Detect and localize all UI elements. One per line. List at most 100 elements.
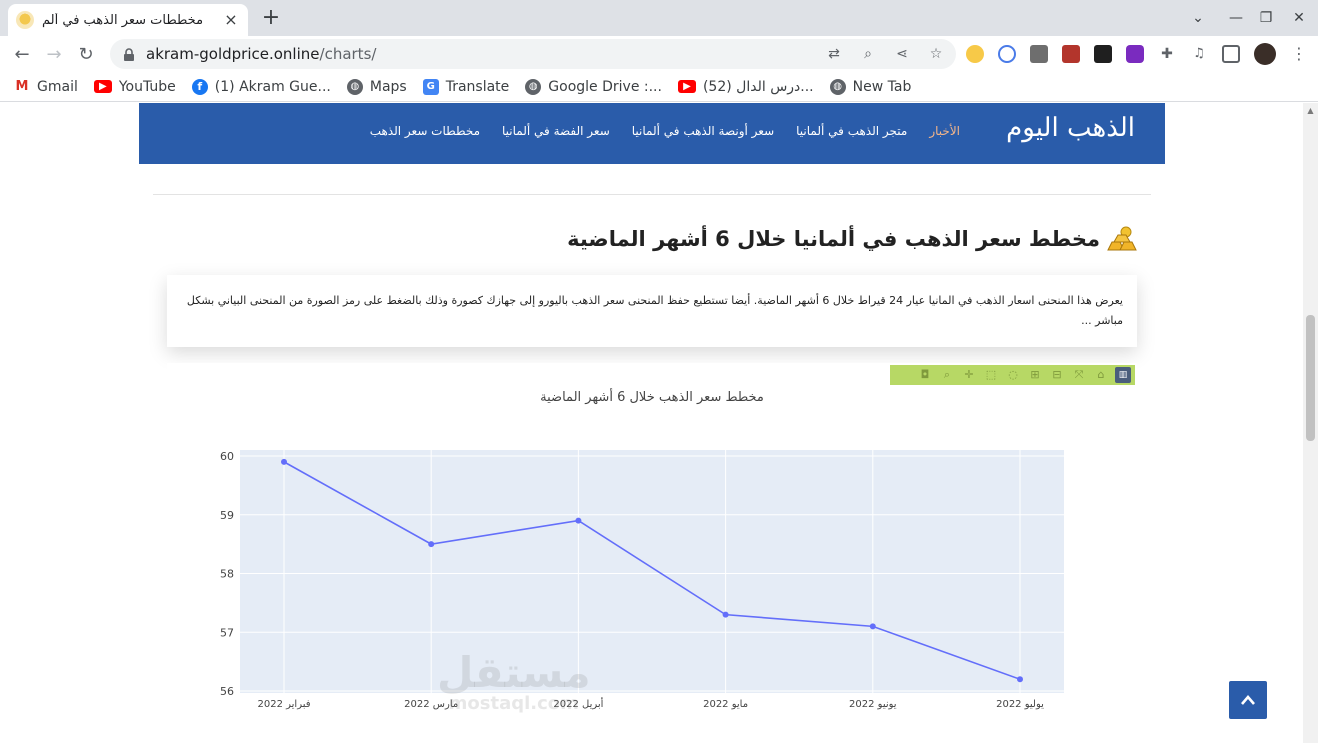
bookmark-google-drive[interactable]: ◍ Google Drive :... (525, 78, 662, 95)
y-tick-label: 58 (220, 568, 234, 581)
bookmark-label: Google Drive :... (548, 78, 662, 95)
bookmark-youtube[interactable]: ▶ YouTube (93, 78, 176, 95)
bookmark-label: Maps (369, 78, 407, 95)
bookmark-label: Translate (445, 78, 510, 95)
side-panel-icon[interactable] (1222, 45, 1240, 63)
globe-icon: ◍ (346, 78, 363, 95)
y-tick-label: 60 (220, 450, 234, 463)
restore-button[interactable]: ❐ (1252, 4, 1280, 32)
bookmark-translate[interactable]: G Translate (422, 78, 510, 95)
extension-3-icon[interactable] (1030, 45, 1048, 63)
bookmark-star-icon[interactable]: ☆ (926, 44, 946, 64)
intro-card: يعرض هذا المنحنى اسعار الذهب في المانيا … (167, 275, 1137, 347)
nav-silver-price[interactable]: سعر الفضة في ألمانيا (502, 124, 610, 138)
nav-gold-ounce-price[interactable]: سعر أونصة الذهب في ألمانيا (632, 124, 774, 138)
page-viewport: الذهب اليوم الأخبار متجر الذهب في ألماني… (0, 103, 1303, 743)
bookmarks-bar: M Gmail ▶ YouTube f (1) Akram Gue... ◍ M… (0, 72, 1318, 102)
new-tab-button[interactable]: + (258, 6, 284, 32)
content-column: مخطط سعر الذهب في ألمانيا خلال 6 أشهر ال… (139, 164, 1165, 743)
bookmark-facebook[interactable]: f (1) Akram Gue... (191, 78, 331, 95)
page-title-text: مخطط سعر الذهب في ألمانيا خلال 6 أشهر ال… (567, 227, 1100, 251)
nav-gold-store[interactable]: متجر الذهب في ألمانيا (796, 124, 907, 138)
scroll-up-arrow-icon[interactable]: ▲ (1306, 106, 1315, 116)
globe-icon: ◍ (829, 78, 846, 95)
bookmark-maps[interactable]: ◍ Maps (346, 78, 407, 95)
site-logo-text: الذهب اليوم (1006, 113, 1135, 143)
media-control-icon[interactable]: ♫ (1190, 45, 1208, 63)
globe-icon: ◍ (525, 78, 542, 95)
bookmark-label: (1) Akram Gue... (214, 78, 331, 95)
forward-button[interactable]: → (40, 40, 68, 68)
address-bar[interactable]: akram-goldprice.online/charts/ ⇄ ⌕ ⋖ ☆ (110, 39, 956, 69)
watermark-latin: mostaql.com (448, 693, 579, 714)
plot-area (240, 450, 1064, 693)
youtube-icon: ▶ (93, 80, 112, 93)
nav-gold-charts[interactable]: مخططات سعر الذهب (370, 124, 480, 138)
bookmark-new-tab[interactable]: ◍ New Tab (829, 78, 912, 95)
page-title: مخطط سعر الذهب في ألمانيا خلال 6 أشهر ال… (567, 226, 1138, 252)
extension-1-icon[interactable] (966, 45, 984, 63)
bookmark-label: (52) درس الدال... (702, 78, 814, 95)
x-tick-label: يوليو 2022 (996, 699, 1044, 710)
bookmark-label: YouTube (118, 78, 176, 95)
bookmark-youtube-lesson[interactable]: ▶ (52) درس الدال... (677, 78, 814, 95)
intro-text: يعرض هذا المنحنى اسعار الذهب في المانيا … (186, 294, 1123, 327)
url-path: /charts/ (319, 45, 377, 63)
zoom-icon[interactable]: ⌕ (858, 44, 878, 64)
data-point[interactable] (1017, 676, 1023, 683)
menu-kebab-icon[interactable]: ⋮ (1290, 45, 1308, 63)
extension-4-icon[interactable] (1062, 45, 1080, 63)
chevron-up-icon (1241, 695, 1255, 705)
facebook-icon: f (191, 78, 208, 95)
url-host: akram-goldprice.online (146, 45, 320, 63)
x-tick-label: يونيو 2022 (849, 699, 897, 710)
extensions-puzzle-icon[interactable]: ✚ (1158, 45, 1176, 63)
extension-6-icon[interactable] (1126, 45, 1144, 63)
tab-title: مخططات سعر الذهب في ألم (42, 12, 204, 28)
divider (153, 194, 1151, 195)
site-logo[interactable]: الذهب اليوم (1006, 113, 1135, 143)
gold-bars-icon (1106, 226, 1138, 252)
site-nav: الأخبار متجر الذهب في ألمانيا سعر أونصة … (370, 124, 960, 138)
lock-icon[interactable] (122, 47, 136, 61)
tab-search-icon[interactable]: ⌄ (1184, 4, 1212, 32)
x-tick-label: مايو 2022 (703, 699, 748, 710)
translate-page-icon[interactable]: ⇄ (824, 44, 844, 64)
page-scrollbar[interactable]: ▲ (1303, 103, 1318, 743)
extension-5-icon[interactable] (1094, 45, 1112, 63)
nav-news[interactable]: الأخبار (929, 124, 960, 138)
chart-card: ▥ ⌂ ⤧ ⊟ ⊞ ◌ ⬚ ✛ ⌕ ◘ مخطط سعر الذهب خلال … (167, 363, 1137, 743)
y-tick-label: 56 (220, 685, 234, 698)
close-window-button[interactable]: ✕ (1285, 4, 1313, 32)
y-tick-label: 59 (220, 509, 234, 522)
youtube-icon: ▶ (677, 80, 696, 93)
browser-toolbar: ← → ↻ akram-goldprice.online/charts/ ⇄ ⌕… (0, 36, 1318, 72)
gold-favicon-icon (16, 11, 34, 29)
x-tick-label: فبراير 2022 (257, 699, 310, 710)
watermark-arabic: مستقل (437, 648, 591, 697)
browser-tab[interactable]: مخططات سعر الذهب في ألم × (8, 4, 248, 36)
extension-2-icon[interactable] (998, 45, 1016, 63)
profile-avatar[interactable] (1254, 43, 1276, 65)
data-point[interactable] (428, 541, 435, 548)
minimize-button[interactable]: — (1222, 4, 1250, 32)
translate-icon: G (422, 78, 439, 95)
bookmark-label: New Tab (852, 78, 912, 95)
data-point[interactable] (281, 458, 287, 465)
close-tab-icon[interactable]: × (222, 11, 240, 29)
data-point[interactable] (869, 623, 876, 630)
site-header: الذهب اليوم الأخبار متجر الذهب في ألماني… (139, 103, 1165, 164)
data-point[interactable] (722, 611, 729, 618)
reload-button[interactable]: ↻ (72, 40, 100, 68)
back-to-top-button[interactable] (1229, 681, 1267, 719)
share-icon[interactable]: ⋖ (892, 44, 912, 64)
bookmark-label: Gmail (37, 78, 78, 95)
line-chart[interactable]: 5657585960فبراير 2022 مارس 2022 أبريل 2022… (167, 363, 1137, 743)
data-point[interactable] (575, 517, 582, 524)
tab-strip: مخططات سعر الذهب في ألم × + ⌄ — ❐ ✕ (0, 0, 1318, 36)
bookmark-gmail[interactable]: M Gmail (14, 79, 78, 95)
y-tick-label: 57 (220, 626, 234, 639)
back-button[interactable]: ← (8, 40, 36, 68)
scroll-thumb[interactable] (1306, 315, 1315, 441)
gmail-icon: M (15, 79, 29, 94)
